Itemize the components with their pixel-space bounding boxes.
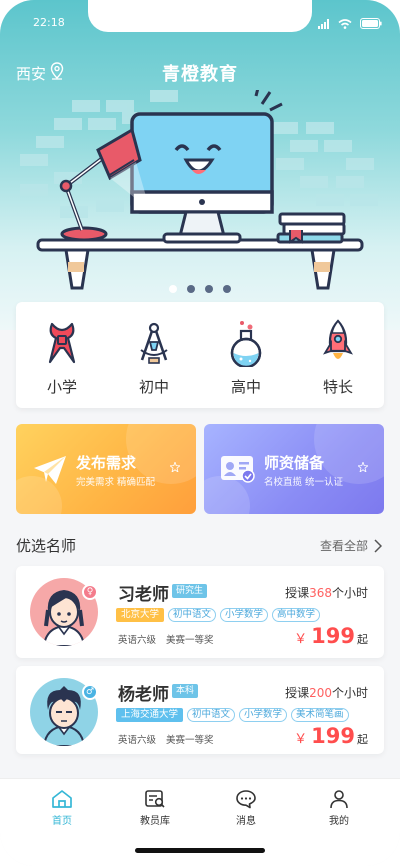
banner-subtitle: 名校直揽 统一认证 <box>264 477 344 488</box>
hero-banner[interactable]: 22:18 西安 青橙教育 <box>0 0 400 330</box>
subject-tag: 美术简笔画 <box>291 708 349 722</box>
teacher-credentials: 英语六级 美赛一等奖 <box>118 632 214 646</box>
id-card-icon <box>220 454 256 488</box>
female-icon: ♀ <box>82 584 98 600</box>
teacher-reserve-banner[interactable]: 师资储备 名校直揽 统一认证 <box>204 424 384 514</box>
teacher-card[interactable]: ♂ 杨老师 本科 授课200个小时 上海交通大学 初中语文 小学数学 美术简笔画… <box>16 666 384 754</box>
teacher-name: 杨老师 <box>118 685 169 705</box>
carousel-dot[interactable] <box>205 285 213 293</box>
teacher-search-icon <box>145 790 165 808</box>
wifi-icon <box>338 14 352 33</box>
banner-title: 发布需求 <box>76 454 137 472</box>
price-value: 199 <box>311 624 355 648</box>
price-unit: 起 <box>357 733 368 746</box>
category-label: 高中 <box>230 378 261 396</box>
category-primary[interactable]: 小学 <box>16 302 108 408</box>
hours-prefix: 授课 <box>285 586 310 600</box>
category-label: 特长 <box>322 378 353 396</box>
view-all-link[interactable]: 查看全部 <box>320 537 382 554</box>
hours-suffix: 个小时 <box>331 686 368 700</box>
teacher-card[interactable]: ♀ 习老师 研究生 授课368个小时 北京大学 初中语文 小学数学 高中数学 英… <box>16 566 384 658</box>
teacher-tags: 上海交通大学 初中语文 小学数学 美术简笔画 <box>116 708 349 722</box>
hero-illustration <box>20 90 378 290</box>
price: ￥ 199 起 <box>294 624 368 648</box>
teaching-hours: 授课200个小时 <box>285 684 368 701</box>
banner-subtitle: 完美需求 精确匹配 <box>76 477 156 488</box>
app-title: 青橙教育 <box>162 64 238 85</box>
carousel-indicators[interactable] <box>0 285 400 293</box>
red-scarf-icon <box>40 318 84 368</box>
degree-badge: 研究生 <box>172 584 208 598</box>
category-special[interactable]: 特长 <box>292 302 384 408</box>
subject-tag: 小学数学 <box>220 608 269 622</box>
teacher-credentials: 英语六级 美赛一等奖 <box>118 732 214 746</box>
hours-prefix: 授课 <box>285 686 310 700</box>
category-label: 小学 <box>46 378 77 396</box>
flask-icon <box>224 318 268 368</box>
section-title: 优选名师 <box>16 537 77 555</box>
paper-plane-icon <box>32 454 68 490</box>
phone-screen: 22:18 西安 青橙教育 小学 初中 高中 特长 发布需求 完美需求 精确匹配… <box>0 0 400 866</box>
rocket-icon <box>316 318 360 368</box>
profile-icon <box>330 790 348 809</box>
chevron-right-icon <box>374 538 382 553</box>
view-all-label: 查看全部 <box>319 539 368 553</box>
signal-icon <box>318 14 330 33</box>
price-symbol: ￥ <box>294 732 308 747</box>
skill-label: 英语六级 <box>118 635 157 646</box>
price-unit: 起 <box>357 633 368 646</box>
subject-tag: 初中语文 <box>168 608 217 622</box>
price: ￥ 199 起 <box>294 724 368 748</box>
status-bar-icons <box>318 14 382 33</box>
battery-icon <box>360 14 382 33</box>
category-grid: 小学 初中 高中 特长 <box>16 302 384 408</box>
award-label: 美赛一等奖 <box>166 735 214 746</box>
price-symbol: ￥ <box>294 632 308 647</box>
home-indicator[interactable] <box>135 848 265 853</box>
tab-messages[interactable]: 消息 <box>216 789 276 827</box>
compass-icon <box>132 318 176 368</box>
male-icon: ♂ <box>82 684 98 700</box>
subject-tag: 初中语文 <box>187 708 236 722</box>
award-label: 美赛一等奖 <box>166 635 214 646</box>
carousel-dot[interactable] <box>223 285 231 293</box>
tab-label: 教员库 <box>140 816 170 827</box>
carousel-dot[interactable] <box>187 285 195 293</box>
teacher-tags: 北京大学 初中语文 小学数学 高中数学 <box>116 608 321 622</box>
tab-label: 消息 <box>236 816 256 827</box>
message-icon <box>236 790 256 809</box>
tab-home[interactable]: 首页 <box>32 789 92 827</box>
tab-profile[interactable]: 我的 <box>309 789 369 827</box>
subject-tag: 高中数学 <box>272 608 321 622</box>
price-value: 199 <box>311 724 355 748</box>
tab-label: 我的 <box>329 816 349 827</box>
home-icon <box>52 790 72 808</box>
star-icon <box>358 462 368 472</box>
star-icon <box>170 462 180 472</box>
skill-label: 英语六级 <box>118 735 157 746</box>
subject-tag: 小学数学 <box>239 708 288 722</box>
school-tag: 上海交通大学 <box>116 708 184 722</box>
teacher-name: 习老师 <box>118 585 169 605</box>
hours-value: 368 <box>309 586 332 600</box>
category-label: 初中 <box>138 378 169 396</box>
hours-suffix: 个小时 <box>331 586 368 600</box>
device-notch <box>88 0 312 32</box>
status-time: 22:18 <box>33 16 65 29</box>
banner-title: 师资储备 <box>264 454 325 472</box>
category-middle[interactable]: 初中 <box>108 302 200 408</box>
school-tag: 北京大学 <box>116 608 165 622</box>
post-demand-banner[interactable]: 发布需求 完美需求 精确匹配 <box>16 424 196 514</box>
teaching-hours: 授课368个小时 <box>285 584 368 601</box>
carousel-dot[interactable] <box>169 285 177 293</box>
degree-badge: 本科 <box>172 684 199 698</box>
tab-teacher-library[interactable]: 教员库 <box>125 789 185 827</box>
tab-label: 首页 <box>52 816 72 827</box>
category-high[interactable]: 高中 <box>200 302 292 408</box>
hours-value: 200 <box>309 686 332 700</box>
